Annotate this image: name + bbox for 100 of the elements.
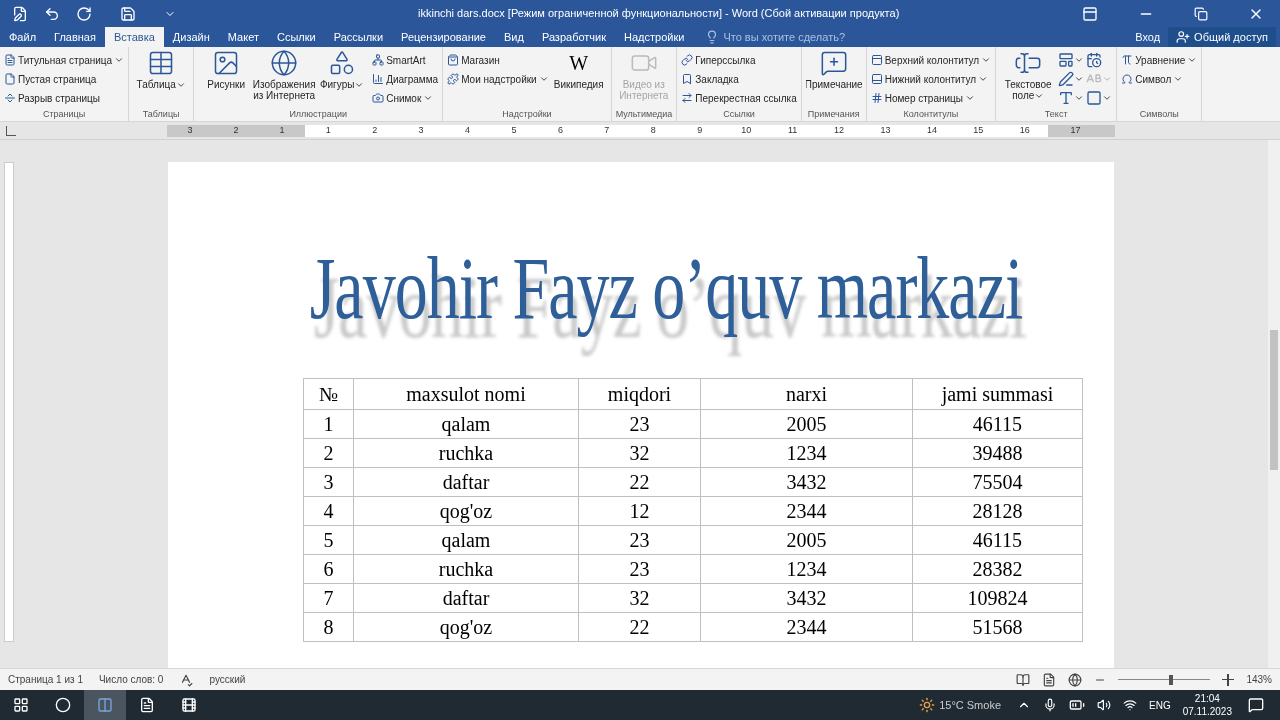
- table-cell: 4: [303, 496, 354, 526]
- zoom-level[interactable]: 143%: [1246, 672, 1272, 687]
- group-label: Страницы: [41, 108, 87, 120]
- notifications-icon[interactable]: [1248, 697, 1264, 713]
- zoom-thumb[interactable]: [1168, 674, 1173, 685]
- scrollbar-thumb[interactable]: [1270, 330, 1278, 470]
- ribbon-button[interactable]: Пустая страница: [4, 70, 125, 88]
- ribbon-tab[interactable]: Разработчик: [532, 27, 616, 47]
- microphone-icon[interactable]: [1043, 698, 1057, 712]
- bookmark-icon: [681, 73, 694, 85]
- ribbon-button[interactable]: Верхний колонтитул: [870, 51, 992, 69]
- ribbon-button[interactable]: Гиперссылка: [681, 51, 797, 69]
- volume-icon[interactable]: [1097, 698, 1111, 712]
- word-count[interactable]: Число слов: 0: [98, 672, 164, 687]
- ribbon-button[interactable]: Перекрестная ссылка: [681, 89, 797, 107]
- share-button[interactable]: Общий доступ: [1168, 27, 1276, 47]
- table-cell: 32: [578, 438, 701, 468]
- globe-picture-icon: [270, 49, 299, 77]
- battery-icon[interactable]: [1069, 697, 1085, 713]
- ribbon-button[interactable]: Мои надстройки: [447, 70, 549, 88]
- weather-widget[interactable]: 15°C Smoke: [919, 696, 1001, 714]
- ribbon-tab[interactable]: Дизайн: [163, 27, 219, 47]
- vertical-scrollbar[interactable]: [1268, 140, 1280, 668]
- tell-me-field[interactable]: Что вы хотите сделать?: [705, 27, 846, 47]
- wifi-icon[interactable]: [1123, 698, 1137, 712]
- add-in-icon: [447, 73, 460, 85]
- ribbon-tab[interactable]: Рецензирование: [392, 27, 495, 47]
- ruler-number: 1: [278, 123, 286, 137]
- page-number-icon: [870, 92, 883, 104]
- undo-icon[interactable]: [44, 5, 60, 22]
- ribbon-tab[interactable]: Надстройки: [615, 27, 694, 47]
- ribbon-button[interactable]: Нижний колонтитул: [870, 70, 992, 88]
- ribbon-button[interactable]: Уравнение: [1121, 51, 1198, 69]
- footer-icon: [870, 73, 883, 85]
- redo-icon[interactable]: [76, 5, 92, 22]
- comment-icon: [819, 49, 848, 77]
- table-cell: 2005: [700, 409, 913, 439]
- ribbon-button[interactable]: SmartArt: [372, 51, 439, 69]
- print-layout-icon[interactable]: [1042, 672, 1057, 687]
- table-cell: 2005: [700, 525, 913, 555]
- ribbon-tab[interactable]: Вид: [495, 27, 533, 47]
- chart-icon: [372, 73, 385, 85]
- ribbon-icon-button[interactable]: [1086, 89, 1113, 107]
- proofing-icon[interactable]: [179, 672, 194, 687]
- ribbon-icon-button[interactable]: [1058, 89, 1085, 107]
- table-cell: 1234: [700, 554, 913, 584]
- ruler-number: 14: [925, 123, 938, 137]
- ribbon-button[interactable]: Фигуры: [314, 49, 371, 107]
- ribbon-icon-button[interactable]: [1058, 70, 1085, 88]
- ribbon-tab[interactable]: Макет: [218, 27, 268, 47]
- ribbon-button[interactable]: Закладка: [681, 70, 797, 88]
- ribbon-tab[interactable]: Вставка: [104, 27, 164, 47]
- wordart-icon: [1058, 90, 1075, 106]
- input-language[interactable]: ENG: [1149, 697, 1171, 713]
- date-time-icon: [1086, 52, 1103, 68]
- ribbon-button[interactable]: Снимок: [372, 89, 439, 107]
- tab-selector-icon[interactable]: [6, 125, 16, 136]
- task-view-icon: [97, 697, 113, 713]
- ribbon-button[interactable]: Текстовое поле: [1000, 49, 1057, 107]
- read-mode-icon[interactable]: [1016, 672, 1031, 687]
- table-cell: qalam: [353, 525, 579, 555]
- ruler-number: 1: [324, 123, 332, 137]
- language-indicator[interactable]: русский: [209, 672, 246, 687]
- web-layout-icon[interactable]: [1068, 672, 1083, 687]
- ribbon-button[interactable]: Магазин: [447, 51, 549, 69]
- clock[interactable]: 21:04 07.11.2023: [1182, 692, 1232, 718]
- restore-icon[interactable]: [1194, 6, 1208, 21]
- ribbon-display-icon[interactable]: [1082, 5, 1098, 22]
- page-count[interactable]: Страница 1 из 1: [8, 672, 83, 687]
- table-cell: 22: [578, 467, 701, 497]
- ruler-number: 17: [1069, 123, 1082, 137]
- ribbon-icon-button[interactable]: [1058, 51, 1085, 69]
- table-cell: daftar: [353, 467, 579, 497]
- ribbon-button[interactable]: Символ: [1121, 70, 1198, 88]
- document-icon[interactable]: [12, 5, 28, 22]
- wordart-heading: Javohir Fayz o’quv markazi: [309, 239, 1023, 337]
- quick-parts-icon: [1058, 52, 1075, 68]
- ribbon-tab[interactable]: Главная: [45, 27, 105, 47]
- zoom-slider[interactable]: [1118, 674, 1211, 685]
- ruler-number: 13: [879, 123, 892, 137]
- ribbon-button[interactable]: W Википедия: [550, 49, 607, 107]
- table-cell: 7: [303, 583, 354, 613]
- ribbon-tab[interactable]: Файл: [0, 27, 46, 47]
- column-header: narxi: [700, 378, 913, 410]
- table-cell: ruchka: [353, 438, 579, 468]
- save-icon[interactable]: [120, 5, 136, 22]
- zoom-plus-icon[interactable]: [1222, 673, 1235, 686]
- ribbon-button[interactable]: Разрыв страницы: [4, 89, 125, 107]
- ribbon-button[interactable]: Титульная страница: [4, 51, 125, 69]
- ribbon-tab[interactable]: Ссылки: [267, 27, 325, 47]
- ribbon-button[interactable]: Примечание: [805, 49, 862, 107]
- ribbon-button[interactable]: Таблица: [133, 49, 190, 107]
- table-cell: 1: [303, 409, 354, 439]
- ruler-number: 16: [1018, 123, 1031, 137]
- table-cell: 3: [303, 467, 354, 497]
- ruler-number: 6: [556, 123, 564, 137]
- ribbon-button[interactable]: Номер страницы: [870, 89, 992, 107]
- ribbon-button[interactable]: Диаграмма: [372, 70, 439, 88]
- sign-in-link[interactable]: Вход: [1127, 27, 1169, 47]
- ribbon-tab[interactable]: Рассылки: [324, 27, 393, 47]
